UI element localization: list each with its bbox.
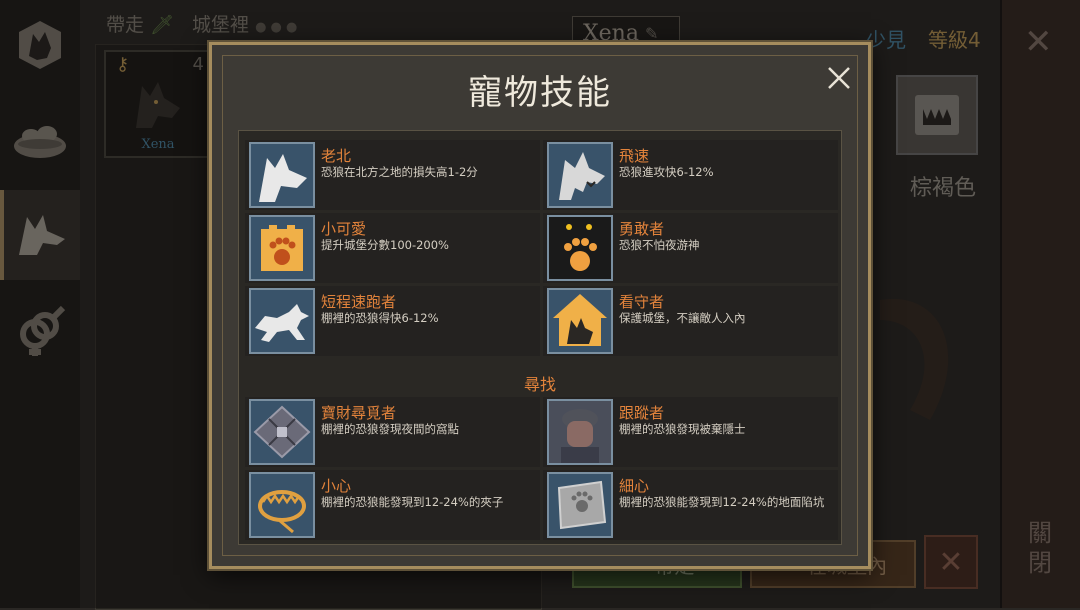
skill-card[interactable]: 細心 棚裡的恐狼能發現到12-24%的地面陷坑 [543, 470, 838, 540]
skill-card[interactable]: 短程速跑者 棚裡的恐狼得快6-12% [245, 286, 540, 356]
skill-desc: 棚裡的恐狼能發現到12-24%的夾子 [321, 495, 504, 509]
skill-desc: 提升城堡分數100-200% [321, 238, 449, 252]
skill-name: 飛速 [619, 147, 650, 165]
skill-name: 小心 [321, 477, 352, 495]
skill-row: 短程速跑者 棚裡的恐狼得快6-12% 看守者 保護城堡，不讓敵人入內 [245, 286, 838, 356]
skill-desc: 棚裡的恐狼能發現到12-24%的地面陷坑 [619, 495, 825, 509]
skill-card[interactable]: 勇敢者 恐狼不怕夜游神 [543, 213, 838, 283]
skill-list[interactable]: 老北 恐狼在北方之地的損失高1-2分 飛速 恐狼進攻快6-12% 小可愛 提升城… [238, 130, 842, 545]
paw-castle-icon [249, 215, 315, 281]
skill-row: 寶財尋覓者 棚裡的恐狼發現夜間的窩點 跟蹤者 棚裡的恐狼發現被棄隱士 [245, 397, 838, 467]
skill-name: 老北 [321, 147, 352, 165]
modal-title: 寵物技能 [468, 73, 612, 113]
skill-desc: 保護城堡，不讓敵人入內 [619, 311, 746, 325]
skill-desc: 恐狼不怕夜游神 [619, 238, 700, 252]
skill-desc: 恐狼在北方之地的損失高1-2分 [321, 165, 478, 179]
skill-desc: 棚裡的恐狼發現被棄隱士 [619, 422, 746, 436]
skill-name: 跟蹤者 [619, 404, 665, 422]
skill-name: 寶財尋覓者 [321, 404, 397, 422]
skill-card[interactable]: 寶財尋覓者 棚裡的恐狼發現夜間的窩點 [245, 397, 540, 467]
ground-pit-icon [547, 472, 613, 538]
skill-card[interactable]: 飛速 恐狼進攻快6-12% [543, 140, 838, 210]
guard-house-icon [547, 288, 613, 354]
skill-desc: 棚裡的恐狼發現夜間的窩點 [321, 422, 459, 436]
skill-row: 小心 棚裡的恐狼能發現到12-24%的夾子 細心 棚裡的恐狼能發現到12-24%… [245, 470, 838, 540]
bear-trap-icon [249, 472, 315, 538]
skill-name: 細心 [619, 477, 650, 495]
white-wolf-icon [249, 142, 315, 208]
skill-card[interactable]: 小心 棚裡的恐狼能發現到12-24%的夾子 [245, 470, 540, 540]
soldier-portrait-icon [547, 399, 613, 465]
skill-card[interactable]: 跟蹤者 棚裡的恐狼發現被棄隱士 [543, 397, 838, 467]
snarling-wolf-icon [547, 142, 613, 208]
skill-name: 小可愛 [321, 220, 367, 238]
modal-close-button[interactable] [824, 63, 854, 93]
night-paw-icon [547, 215, 613, 281]
skill-card[interactable]: 看守者 保護城堡，不讓敵人入內 [543, 286, 838, 356]
close-icon [828, 67, 850, 89]
skill-name: 勇敢者 [619, 220, 665, 238]
skill-row: 老北 恐狼在北方之地的損失高1-2分 飛速 恐狼進攻快6-12% [245, 140, 838, 210]
skill-desc: 棚裡的恐狼得快6-12% [321, 311, 439, 325]
skill-desc: 恐狼進攻快6-12% [619, 165, 714, 179]
skill-name: 看守者 [619, 293, 665, 311]
skill-card[interactable]: 小可愛 提升城堡分數100-200% [245, 213, 540, 283]
pet-skills-modal: 寵物技能 老北 恐狼在北方之地的損失高1-2分 飛速 恐狼進攻快6-12% 小可… [209, 42, 871, 569]
skill-card[interactable]: 老北 恐狼在北方之地的損失高1-2分 [245, 140, 540, 210]
skill-name: 短程速跑者 [321, 293, 397, 311]
section-header-find: 尋找 [523, 375, 556, 394]
treasure-grid-icon [249, 399, 315, 465]
running-wolf-icon [249, 288, 315, 354]
skill-row: 小可愛 提升城堡分數100-200% 勇敢者 恐狼不怕夜游神 [245, 213, 838, 283]
